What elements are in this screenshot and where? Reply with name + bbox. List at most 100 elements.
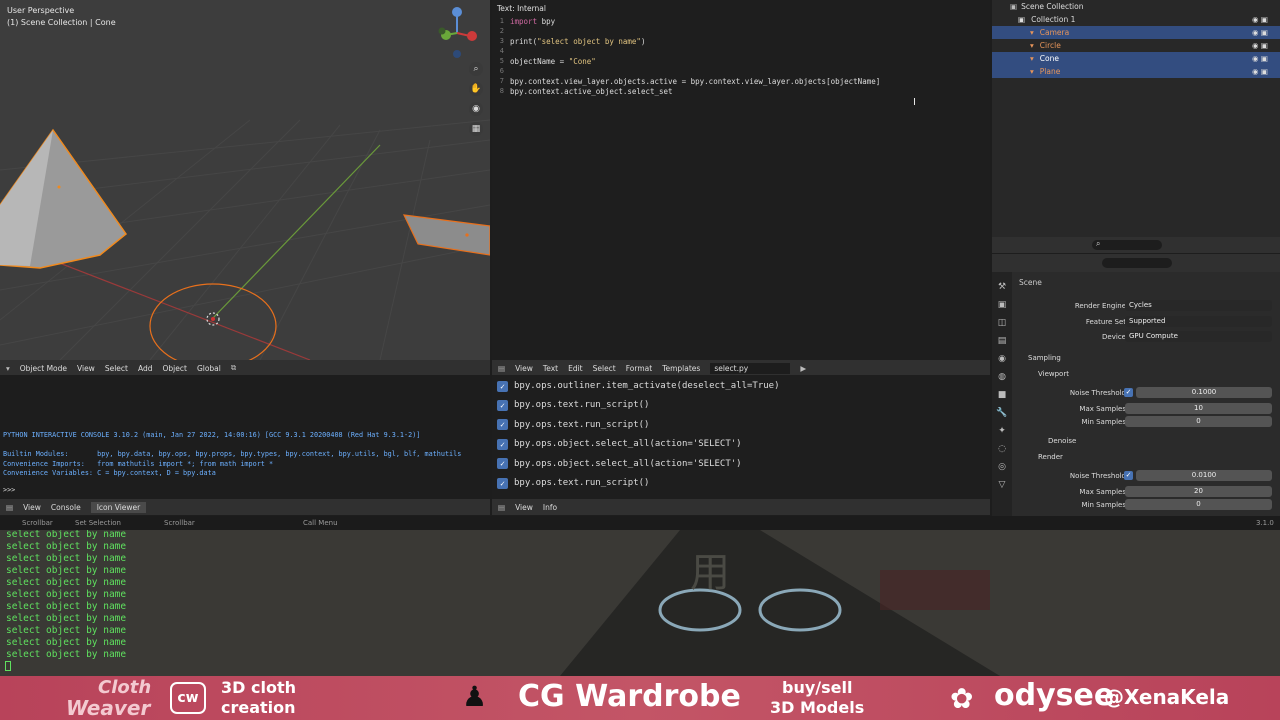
info-report-row[interactable]: ✓ bpy.ops.object.select_all(action='SELEC… xyxy=(497,436,742,452)
odysee-logo: odysee xyxy=(994,678,1115,713)
outliner[interactable]: ▣ Scene Collection ▣ Collection 1 ◉ ▣ ▾ Came… xyxy=(992,0,1280,253)
menu-text[interactable]: Text xyxy=(543,364,558,373)
menu-object[interactable]: Object xyxy=(163,364,187,373)
line-number: 6 xyxy=(499,67,504,75)
collection-icon: ▣ xyxy=(1018,15,1026,24)
info-report-row[interactable]: ✓ bpy.ops.text.run_script() xyxy=(497,397,649,413)
code-token: bpy.context.active_object.select_set xyxy=(510,87,673,96)
device-dropdown[interactable]: GPU Compute xyxy=(1125,331,1272,342)
viewport-min-samples-field[interactable]: 0 xyxy=(1125,416,1272,427)
code-line[interactable]: objectName = "Cone" xyxy=(510,57,596,67)
visibility-toggle-icon[interactable]: ◉ ▣ xyxy=(1252,54,1268,63)
editor-type-icon[interactable]: ▤ xyxy=(498,503,505,512)
menu-info[interactable]: Info xyxy=(543,503,557,512)
viewport-subpanel-header[interactable]: Viewport xyxy=(1038,370,1069,378)
code-token: bpy xyxy=(537,17,556,26)
menu-view[interactable]: View xyxy=(23,503,41,512)
menu-view[interactable]: View xyxy=(515,364,533,373)
3d-viewport[interactable]: User Perspective (1) Scene Collection | … xyxy=(0,0,490,360)
line-number: 1 xyxy=(499,17,504,25)
icon-viewer-button[interactable]: Icon Viewer xyxy=(90,501,147,513)
grid-icon[interactable]: ▦ xyxy=(469,122,483,136)
editor-type-icon[interactable]: ▤ xyxy=(6,503,13,512)
viewport-max-samples-field[interactable]: 10 xyxy=(1125,403,1272,414)
outliner-search-field[interactable] xyxy=(1092,240,1162,250)
menu-format[interactable]: Format xyxy=(626,364,652,373)
visibility-toggle-icon[interactable]: ◉ ▣ xyxy=(1252,41,1268,50)
render-noise-checkbox[interactable]: ✓ xyxy=(1124,471,1133,480)
info-editor[interactable]: ✓ bpy.ops.outliner.item_activate(deselect… xyxy=(492,375,990,499)
properties-search-field[interactable] xyxy=(1102,258,1172,268)
banner-3d-cloth: 3D cloth xyxy=(221,678,296,697)
menu-select[interactable]: Select xyxy=(593,364,616,373)
menu-console[interactable]: Console xyxy=(51,503,81,512)
terminal-window[interactable]: 用 select object by name select object by … xyxy=(0,530,1280,676)
visibility-toggle-icon[interactable]: ◉ ▣ xyxy=(1252,67,1268,76)
visibility-toggle-icon[interactable]: ◉ ▣ xyxy=(1252,28,1268,37)
denoise-subpanel-header[interactable]: Denoise xyxy=(1048,437,1076,445)
viewport-noise-field[interactable]: 0.1000 xyxy=(1136,387,1272,398)
camera-icon[interactable]: ◉ xyxy=(469,102,483,116)
info-report-text: bpy.ops.outliner.item_activate(deselect_… xyxy=(514,381,780,391)
background-sign-text: 用 xyxy=(690,550,730,596)
render-max-samples-field[interactable]: 20 xyxy=(1125,486,1272,497)
code-line[interactable]: bpy.context.active_object.select_set xyxy=(510,87,673,97)
outliner-item[interactable]: ▾ Circle ◉ ▣ xyxy=(992,39,1280,52)
menu-view[interactable]: View xyxy=(77,364,95,373)
properties-editor[interactable]: ⚒ ▣ ◫ ▤ ◉ ◍ ■ 🔧 ✦ ◌ ◎ ▽ Scene Render Engine Cycles … xyxy=(992,254,1280,516)
render-subpanel-header[interactable]: Render xyxy=(1038,453,1063,461)
render-noise-field[interactable]: 0.0100 xyxy=(1136,470,1272,481)
sampling-panel-header[interactable]: Sampling xyxy=(1028,354,1061,362)
console-output-line: Convenience Imports: from mathutils impo… xyxy=(3,459,274,468)
status-call-menu-hint: Call Menu xyxy=(303,519,338,527)
zoom-icon[interactable]: ⌕ xyxy=(469,62,483,76)
text-editor[interactable]: Text: Internal 1 import bpy 2 3 print("selec… xyxy=(492,0,990,360)
code-line[interactable]: import bpy xyxy=(510,17,555,27)
plane-object xyxy=(402,214,490,256)
scene-collection-row[interactable]: ▣ Scene Collection xyxy=(992,0,1280,13)
outliner-item[interactable]: ▣ Collection 1 ◉ ▣ xyxy=(992,13,1280,26)
menu-add[interactable]: Add xyxy=(138,364,153,373)
terminal-output-line: select object by name xyxy=(6,625,127,636)
outliner-item[interactable]: ▾ Plane ◉ ▣ xyxy=(992,65,1280,78)
render-min-samples-field[interactable]: 0 xyxy=(1125,499,1272,510)
viewport-noise-checkbox[interactable]: ✓ xyxy=(1124,388,1133,397)
code-token: objectName = xyxy=(510,57,569,66)
viewport-min-samples-label: Min Samples xyxy=(1081,418,1126,426)
menu-view[interactable]: View xyxy=(515,503,533,512)
code-area[interactable]: 1 import bpy 2 3 print("select object by nam… xyxy=(492,16,990,106)
run-script-icon[interactable]: ▶ xyxy=(800,364,806,373)
python-console[interactable]: PYTHON INTERACTIVE CONSOLE 3.10.2 (main,… xyxy=(0,375,490,499)
status-set-selection-hint: Set Selection xyxy=(75,519,121,527)
render-max-samples-label: Max Samples xyxy=(1079,488,1126,496)
line-number: 8 xyxy=(499,87,504,95)
info-report-text: bpy.ops.object.select_all(action='SELECT… xyxy=(514,439,742,450)
text-cursor-icon: I xyxy=(913,97,916,108)
outliner-item[interactable]: ▾ Camera ◉ ▣ xyxy=(992,26,1280,39)
menu-select[interactable]: Select xyxy=(105,364,128,373)
menu-edit[interactable]: Edit xyxy=(568,364,583,373)
object-mode-dropdown[interactable]: Object Mode xyxy=(20,364,67,373)
code-line[interactable]: bpy.context.view_layer.objects.active = … xyxy=(510,77,880,87)
info-report-row[interactable]: ✓ bpy.ops.outliner.item_activate(deselect… xyxy=(497,378,780,394)
search-icon: ⌕ xyxy=(1096,239,1101,248)
transform-orientation-dropdown[interactable]: Global xyxy=(197,364,221,373)
visibility-toggle-icon[interactable]: ◉ ▣ xyxy=(1252,15,1268,24)
line-number: 3 xyxy=(499,37,504,45)
editor-type-icon[interactable]: ▤ xyxy=(498,364,505,373)
info-report-row[interactable]: ✓ bpy.ops.object.select_all(action='SELEC… xyxy=(497,456,742,472)
info-report-row[interactable]: ✓ bpy.ops.text.run_script() xyxy=(497,475,649,491)
text-datablock-field[interactable]: select.py xyxy=(710,362,791,374)
console-header: ▤ View Console Icon Viewer xyxy=(0,499,490,515)
outliner-item[interactable]: ▾ Cone ◉ ▣ xyxy=(992,52,1280,65)
editor-type-icon[interactable]: ▾ xyxy=(6,364,10,373)
snap-icon[interactable]: ⧉ xyxy=(231,363,236,373)
feature-set-dropdown[interactable]: Supported xyxy=(1125,316,1272,327)
info-report-row[interactable]: ✓ bpy.ops.text.run_script() xyxy=(497,417,649,433)
render-engine-dropdown[interactable]: Cycles xyxy=(1125,300,1272,311)
menu-templates[interactable]: Templates xyxy=(662,364,700,373)
hand-icon[interactable]: ✋ xyxy=(469,82,483,96)
scene-context-label: Scene xyxy=(1019,278,1042,287)
code-line[interactable]: print("select object by name") xyxy=(510,37,645,47)
console-prompt[interactable]: >>> xyxy=(3,486,19,494)
